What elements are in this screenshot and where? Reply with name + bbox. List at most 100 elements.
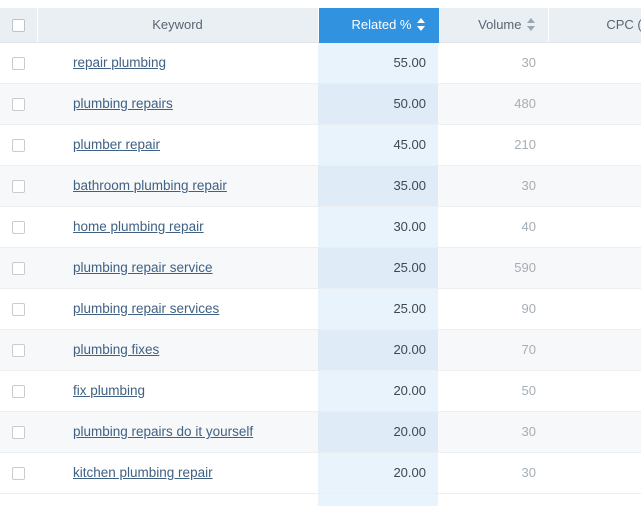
header-row: Keyword Related % Volume CPC — [0, 8, 641, 43]
volume-cell: 30 — [438, 42, 548, 84]
sort-updown-icon[interactable] — [526, 18, 536, 32]
keyword-cell: plumbing repairs do it yourself — [37, 411, 318, 453]
related-percent-cell: 20.00 — [318, 452, 438, 494]
row-select-cell[interactable] — [0, 165, 37, 207]
volume-cell: 480 — [438, 83, 548, 125]
cpc-cell: 1 — [548, 411, 641, 453]
cpc-cell: 2 — [548, 247, 641, 289]
row-select-cell[interactable] — [0, 411, 37, 453]
column-header-related-label: Related % — [351, 17, 412, 33]
keyword-link[interactable]: repair plumbing — [73, 55, 166, 70]
table-row[interactable]: plumbing repairs 50.004803 — [0, 83, 641, 125]
related-percent-cell: 55.00 — [318, 42, 438, 84]
cpc-cell: 1 — [548, 288, 641, 330]
column-header-volume[interactable]: Volume — [438, 8, 549, 43]
column-header-related[interactable]: Related % — [318, 8, 439, 43]
table-row[interactable]: plumbing repairs do it yourself 20.00301 — [0, 411, 641, 453]
cpc-cell: 3 — [548, 124, 641, 166]
related-percent-cell: 30.00 — [318, 206, 438, 248]
volume-cell: 90 — [438, 288, 548, 330]
keyword-link[interactable]: plumbing repair service — [73, 260, 213, 275]
row-select-cell[interactable] — [0, 370, 37, 412]
cpc-cell: 1 — [548, 206, 641, 248]
keyword-link[interactable]: plumbing repairs — [73, 96, 173, 111]
row-checkbox[interactable] — [12, 262, 25, 276]
row-checkbox[interactable] — [12, 221, 25, 235]
related-percent-cell — [318, 493, 438, 506]
table-row[interactable]: plumbing repair services 25.00901 — [0, 288, 641, 330]
row-checkbox[interactable] — [12, 303, 25, 317]
row-checkbox[interactable] — [12, 139, 25, 153]
volume-cell: 40 — [438, 206, 548, 248]
row-select-cell[interactable] — [0, 124, 37, 166]
column-header-volume-label: Volume — [478, 17, 522, 33]
related-percent-cell: 20.00 — [318, 370, 438, 412]
keyword-link[interactable]: plumber repair — [73, 137, 160, 152]
table-row[interactable]: plumbing fixes 20.00701 — [0, 329, 641, 371]
keyword-cell: plumbing fixes — [37, 329, 318, 371]
sort-updown-icon[interactable] — [416, 18, 426, 32]
keyword-link[interactable]: fix plumbing — [73, 383, 145, 398]
volume-cell: 70 — [438, 329, 548, 371]
row-checkbox[interactable] — [12, 98, 25, 112]
volume-cell: 590 — [438, 247, 548, 289]
row-checkbox[interactable] — [12, 180, 25, 194]
keyword-cell — [37, 493, 318, 506]
keyword-link[interactable]: bathroom plumbing repair — [73, 178, 227, 193]
keyword-cell: plumber repair — [37, 124, 318, 166]
row-select-cell — [0, 493, 37, 506]
keyword-link[interactable]: plumbing repair services — [73, 301, 219, 316]
table-row[interactable]: plumber repair 45.002103 — [0, 124, 641, 166]
row-checkbox[interactable] — [12, 467, 25, 481]
keyword-cell: kitchen plumbing repair — [37, 452, 318, 494]
row-select-cell[interactable] — [0, 83, 37, 125]
table-row[interactable]: kitchen plumbing repair 20.00301 — [0, 452, 641, 494]
related-percent-cell: 35.00 — [318, 165, 438, 207]
row-select-cell[interactable] — [0, 288, 37, 330]
select-all-checkbox[interactable] — [11, 19, 25, 33]
row-checkbox[interactable] — [12, 344, 25, 358]
cpc-cell: 1 — [548, 329, 641, 371]
table-row[interactable]: plumbing repair service 25.005902 — [0, 247, 641, 289]
row-select-cell[interactable] — [0, 329, 37, 371]
related-percent-cell: 20.00 — [318, 411, 438, 453]
related-percent-cell: 45.00 — [318, 124, 438, 166]
row-checkbox[interactable] — [12, 385, 25, 399]
cpc-cell — [548, 493, 641, 506]
keyword-cell: home plumbing repair — [37, 206, 318, 248]
cpc-cell: 3 — [548, 83, 641, 125]
table-row[interactable]: fix plumbing 20.00502 — [0, 370, 641, 412]
keyword-link[interactable]: home plumbing repair — [73, 219, 204, 234]
column-header-keyword-label: Keyword — [152, 17, 203, 33]
related-percent-cell: 25.00 — [318, 288, 438, 330]
column-header-keyword[interactable]: Keyword — [37, 8, 319, 43]
column-header-cpc[interactable]: CPC (USD) — [548, 8, 641, 43]
volume-cell: 30 — [438, 411, 548, 453]
volume-cell: 50 — [438, 370, 548, 412]
cpc-cell: 4 — [548, 42, 641, 84]
row-checkbox[interactable] — [12, 426, 25, 440]
cpc-cell: 1 — [548, 452, 641, 494]
keyword-cell: bathroom plumbing repair — [37, 165, 318, 207]
related-percent-cell: 25.00 — [318, 247, 438, 289]
keyword-link[interactable]: kitchen plumbing repair — [73, 465, 213, 480]
column-header-select-all[interactable] — [0, 8, 38, 43]
volume-cell: 30 — [438, 165, 548, 207]
row-checkbox[interactable] — [12, 57, 25, 71]
table-row[interactable]: repair plumbing 55.00304 — [0, 42, 641, 84]
column-header-cpc-label: CPC (USD) — [606, 17, 641, 33]
table-row[interactable]: home plumbing repair 30.00401 — [0, 206, 641, 248]
cpc-cell: 2 — [548, 370, 641, 412]
row-select-cell[interactable] — [0, 247, 37, 289]
table-row-partial[interactable] — [0, 493, 641, 506]
volume-cell: 30 — [438, 452, 548, 494]
related-percent-cell: 20.00 — [318, 329, 438, 371]
row-select-cell[interactable] — [0, 206, 37, 248]
row-select-cell[interactable] — [0, 452, 37, 494]
row-select-cell[interactable] — [0, 42, 37, 84]
keyword-link[interactable]: plumbing fixes — [73, 342, 159, 357]
keyword-link[interactable]: plumbing repairs do it yourself — [73, 424, 253, 439]
keyword-cell: fix plumbing — [37, 370, 318, 412]
table-body: repair plumbing55.00304plumbing repairs5… — [0, 42, 641, 506]
table-row[interactable]: bathroom plumbing repair 35.00301 — [0, 165, 641, 207]
